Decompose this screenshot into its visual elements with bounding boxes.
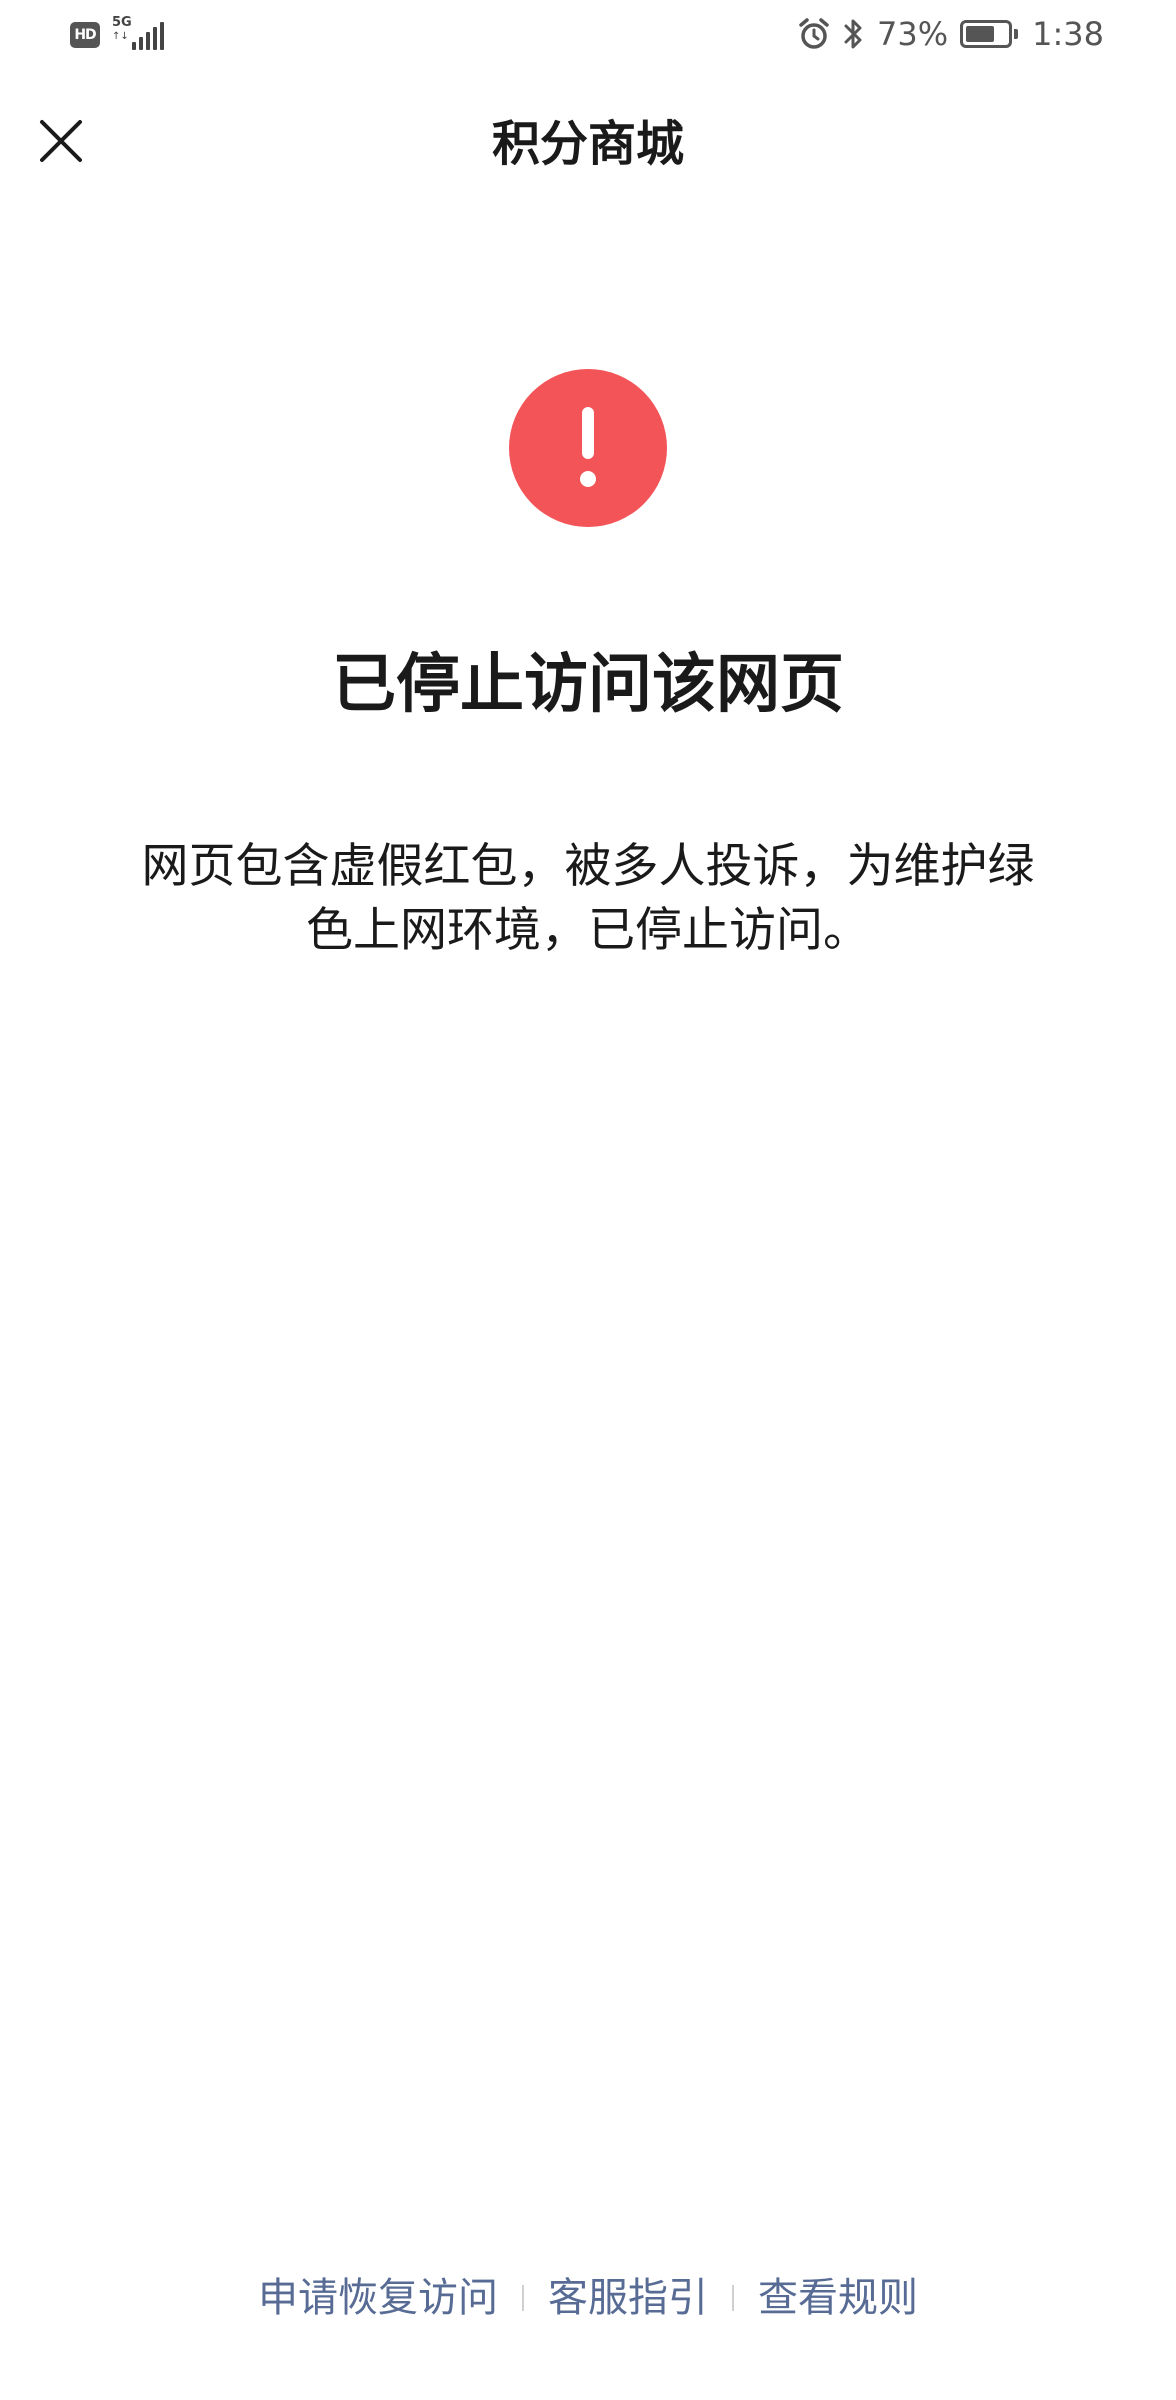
description-line-1: 网页包含虚假红包，被多人投诉，为维护绿 xyxy=(141,839,1035,894)
battery-percentage: 73% xyxy=(877,15,949,53)
status-time: 1:38 xyxy=(1032,15,1104,53)
blocked-description: 网页包含虚假红包，被多人投诉，为维护绿 色上网环境，已停止访问。 xyxy=(105,835,1071,963)
battery-icon xyxy=(960,20,1019,48)
customer-service-guide-link[interactable]: 客服指引 xyxy=(548,2268,708,2328)
description-line-2: 色上网环境，已停止访问。 xyxy=(306,903,870,958)
request-restore-link[interactable]: 申请恢复访问 xyxy=(258,2268,498,2328)
footer-divider xyxy=(732,2285,734,2311)
blocked-headline: 已停止访问该网页 xyxy=(332,648,844,722)
bluetooth-icon xyxy=(844,19,862,49)
signal-bars xyxy=(132,22,164,50)
network-activity-label: ↑↓ xyxy=(112,31,129,42)
status-bar-right: 73% 1:38 xyxy=(797,14,1104,54)
exclamation-icon xyxy=(509,369,667,527)
footer-divider xyxy=(522,2285,524,2311)
nav-bar: 积分商城 xyxy=(0,74,1176,214)
status-bar-left: HD 5G ↑↓ xyxy=(70,15,166,52)
signal-icon: 5G ↑↓ xyxy=(110,15,166,52)
hd-badge: HD xyxy=(70,22,100,48)
network-type-label: 5G xyxy=(112,15,132,30)
alarm-icon xyxy=(799,18,829,49)
footer-links: 申请恢复访问 客服指引 查看规则 xyxy=(0,2268,1176,2328)
battery-fill xyxy=(966,26,994,42)
status-bar: HD 5G ↑↓ 73% 1:38 xyxy=(0,0,1176,74)
view-rules-link[interactable]: 查看规则 xyxy=(758,2268,918,2328)
page-title: 积分商城 xyxy=(491,116,684,172)
